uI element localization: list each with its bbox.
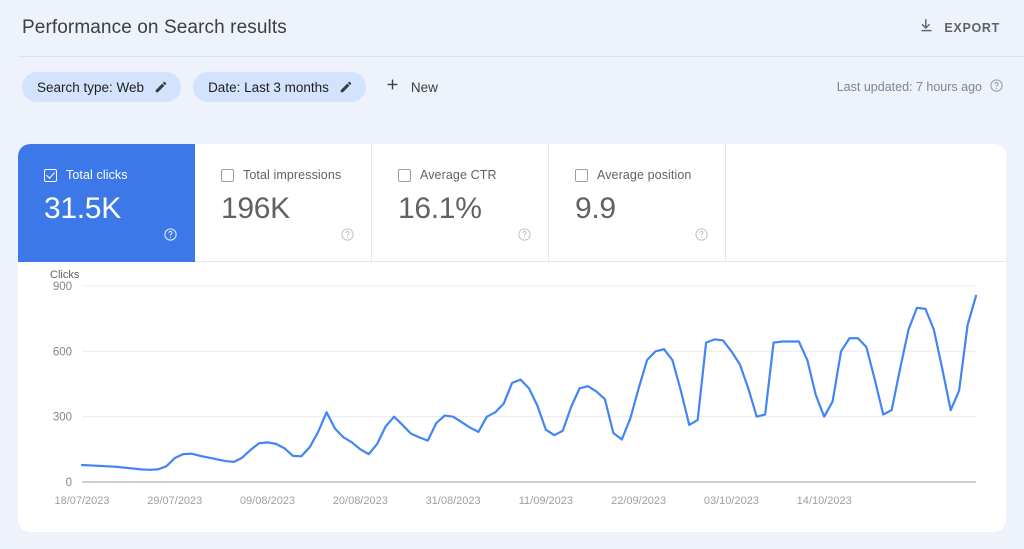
checkbox-average-position[interactable] xyxy=(575,168,588,182)
checkbox-total-clicks[interactable] xyxy=(44,168,57,182)
metric-tab-total-clicks-head: Total clicks xyxy=(44,168,194,182)
add-filter-button[interactable]: New xyxy=(378,72,446,102)
metric-tab-average-ctr-value: 16.1% xyxy=(398,192,482,225)
help-icon[interactable] xyxy=(340,227,355,247)
filter-bar: Search type: Web Date: Last 3 months New… xyxy=(0,56,1024,118)
metric-tab-total-impressions-label: Total impressions xyxy=(243,168,342,182)
metric-tab-average-position-label: Average position xyxy=(597,168,692,182)
metric-tab-total-impressions[interactable]: Total impressions 196K xyxy=(195,144,372,262)
x-tick-label: 18/07/2023 xyxy=(54,495,109,507)
metric-tab-total-clicks[interactable]: Total clicks 31.5K xyxy=(18,144,195,262)
page-header: Performance on Search results EXPORT xyxy=(0,0,1024,56)
clicks-chart-svg: Clicks 0 300 600 900 18/07/2023 29/07/2023 09/0… xyxy=(50,269,978,507)
last-updated: Last updated: 7 hours ago xyxy=(837,78,1004,96)
metric-tabs-filler xyxy=(726,144,1006,262)
checkbox-total-impressions[interactable] xyxy=(221,168,234,182)
y-tick-label: 900 xyxy=(53,281,72,293)
add-filter-label: New xyxy=(410,79,438,95)
performance-card: Total clicks 31.5K Total impressions 196… xyxy=(18,144,1006,532)
x-tick-label: 29/07/2023 xyxy=(147,495,202,507)
y-tick-label: 0 xyxy=(66,477,72,489)
help-icon[interactable] xyxy=(989,78,1004,96)
metric-tabs: Total clicks 31.5K Total impressions 196… xyxy=(18,144,1006,262)
last-updated-label: Last updated: 7 hours ago xyxy=(836,80,982,94)
metric-tab-total-clicks-value: 31.5K xyxy=(44,192,121,225)
metric-tab-total-impressions-value: 196K xyxy=(221,192,290,225)
y-tick-label: 300 xyxy=(53,412,72,424)
filter-chip-search-type-label: Search type: Web xyxy=(37,79,145,95)
plus-icon xyxy=(384,76,401,98)
metric-tab-average-position-value: 9.9 xyxy=(575,192,616,225)
filter-chip-date-label: Date: Last 3 months xyxy=(208,79,329,95)
download-icon xyxy=(918,17,935,39)
x-tick-label: 03/10/2023 xyxy=(704,495,759,507)
pencil-icon[interactable] xyxy=(154,80,168,94)
metric-tab-average-ctr-head: Average CTR xyxy=(398,168,548,182)
metric-tab-average-ctr[interactable]: Average CTR 16.1% xyxy=(372,144,549,262)
x-tick-label: 09/08/2023 xyxy=(240,495,295,507)
header-divider xyxy=(18,56,1024,57)
y-axis-title: Clicks xyxy=(50,269,80,281)
export-label: EXPORT xyxy=(944,21,1000,35)
help-icon[interactable] xyxy=(163,227,178,247)
checkbox-average-ctr[interactable] xyxy=(398,168,411,182)
x-tick-label: 11/09/2023 xyxy=(519,495,573,507)
performance-page: Performance on Search results EXPORT Sea… xyxy=(0,0,1024,549)
metric-tab-average-position[interactable]: Average position 9.9 xyxy=(549,144,726,262)
filter-chip-search-type[interactable]: Search type: Web xyxy=(22,72,182,102)
metric-tab-total-impressions-head: Total impressions xyxy=(221,168,371,182)
pencil-icon[interactable] xyxy=(339,80,353,94)
clicks-line xyxy=(80,294,978,471)
x-tick-label: 14/10/2023 xyxy=(797,495,852,507)
help-icon[interactable] xyxy=(517,227,532,247)
export-button[interactable]: EXPORT xyxy=(914,13,1004,43)
filter-chip-date[interactable]: Date: Last 3 months xyxy=(193,72,366,102)
x-tick-label: 31/08/2023 xyxy=(426,495,481,507)
metric-tab-total-clicks-label: Total clicks xyxy=(66,168,128,182)
help-icon[interactable] xyxy=(694,227,709,247)
x-tick-label: 22/09/2023 xyxy=(611,495,666,507)
clicks-chart: Clicks 0 300 600 900 18/07/2023 29/07/2023 09/0… xyxy=(18,262,1006,532)
page-title: Performance on Search results xyxy=(22,17,287,38)
x-tick-label: 20/08/2023 xyxy=(333,495,388,507)
y-tick-label: 600 xyxy=(53,346,72,358)
metric-tab-average-position-head: Average position xyxy=(575,168,725,182)
metric-tab-average-ctr-label: Average CTR xyxy=(420,168,497,182)
